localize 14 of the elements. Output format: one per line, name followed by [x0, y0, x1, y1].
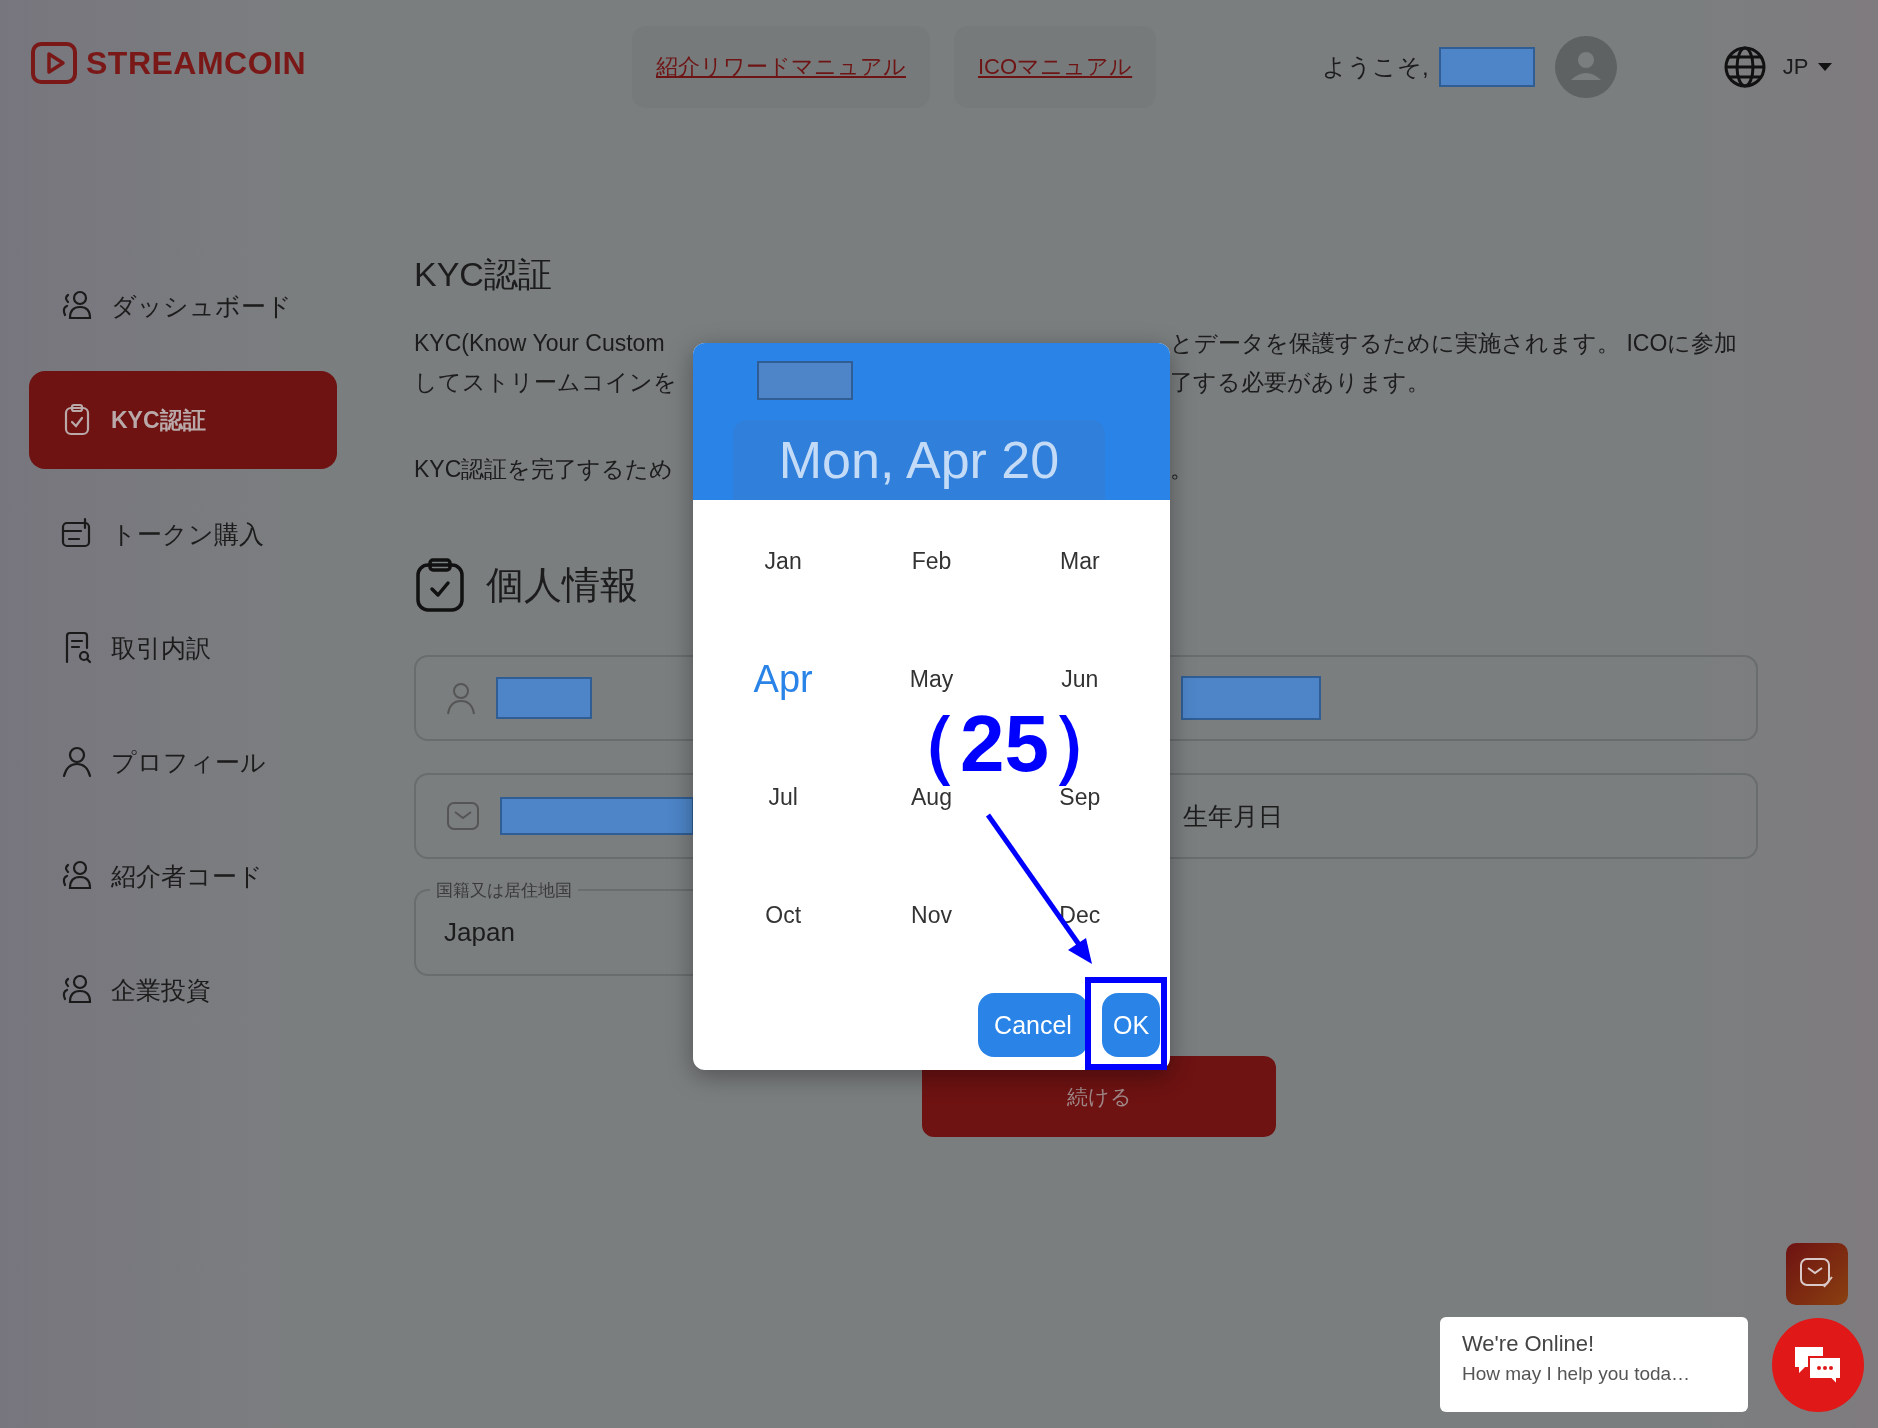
birthdate-placeholder: 生年月日: [1183, 800, 1283, 832]
selected-date: Mon, Apr 20: [733, 420, 1105, 500]
chat-message: How may I help you toda…: [1462, 1363, 1692, 1385]
note-text: 。: [1170, 455, 1194, 484]
intro-text: 了する必要があります。: [1170, 368, 1431, 397]
intro-text: してストリームコインを: [414, 368, 678, 397]
chat-title: We're Online!: [1462, 1331, 1596, 1357]
intro-text: とデータを保護するために実施されます。 ICOに参加: [1170, 329, 1739, 358]
brand-name: STREAMCOIN: [86, 44, 307, 82]
welcome-text: ようこそ,: [1322, 52, 1429, 82]
section-title: 個人情報: [486, 562, 638, 608]
intro-text: KYC(Know Your Custom: [414, 329, 666, 358]
page-title: KYC認証: [414, 254, 553, 295]
note-text: KYC認証を完了するため: [414, 455, 675, 484]
